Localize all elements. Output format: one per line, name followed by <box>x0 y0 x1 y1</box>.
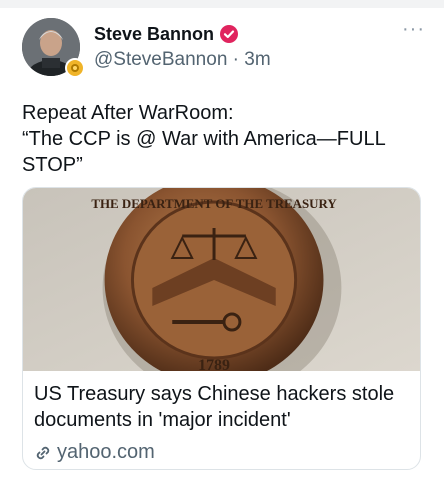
handle-row: @SteveBannon · 3m <box>94 49 271 71</box>
more-options-icon[interactable]: ··· <box>402 19 425 39</box>
card-domain[interactable]: yahoo.com <box>57 441 155 464</box>
verified-check-icon <box>220 25 239 43</box>
tweet-text: Repeat After WarRoom: “The CCP is @ War … <box>22 102 385 176</box>
card-image[interactable]: THE DEPARTMENT OF THE TREASURY 1789 <box>23 188 420 371</box>
separator: · <box>232 49 239 70</box>
display-name[interactable]: Steve Bannon <box>94 24 214 45</box>
affiliate-badge-icon <box>65 58 85 78</box>
card-domain-row[interactable]: yahoo.com <box>34 441 410 464</box>
timestamp[interactable]: 3m <box>244 49 270 70</box>
link-card[interactable]: THE DEPARTMENT OF THE TREASURY 1789 US T… <box>22 187 421 470</box>
seal-year: 1789 <box>198 357 230 371</box>
author-name-row[interactable]: Steve Bannon <box>94 22 239 46</box>
card-title[interactable]: US Treasury says Chinese hackers stole d… <box>34 381 410 433</box>
top-divider <box>0 0 444 8</box>
handle[interactable]: @SteveBannon <box>94 49 227 70</box>
avatar[interactable] <box>22 18 85 78</box>
seal-top-text: THE DEPARTMENT OF THE TREASURY <box>91 196 337 211</box>
link-icon <box>36 446 50 459</box>
card-body[interactable]: US Treasury says Chinese hackers stole d… <box>34 381 410 464</box>
